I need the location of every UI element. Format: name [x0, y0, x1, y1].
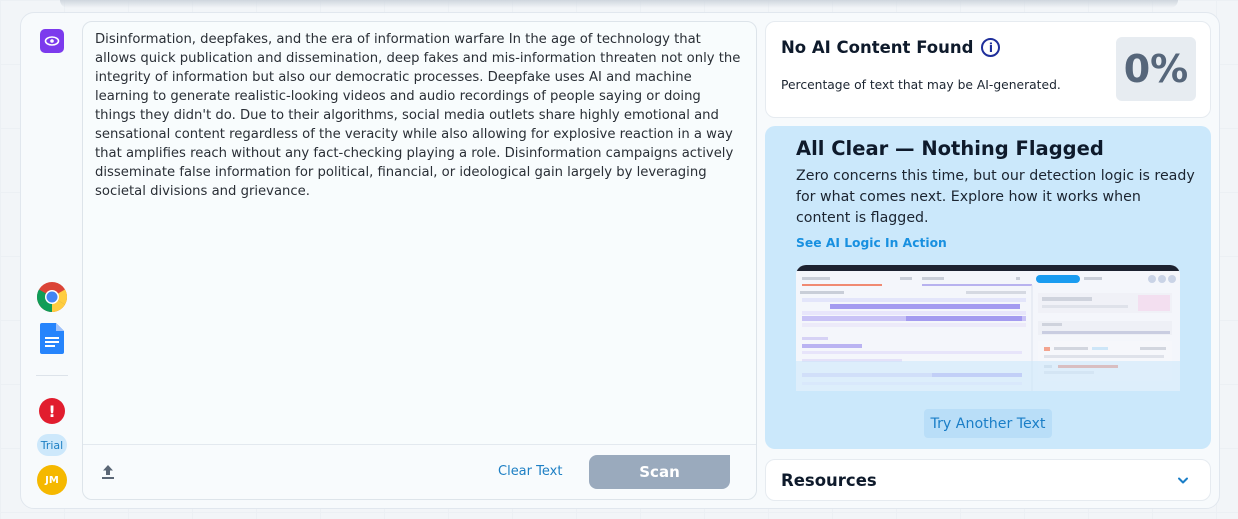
avatar[interactable]: JM [37, 465, 67, 495]
result-title: No AI Content Found [781, 38, 974, 57]
upload-icon[interactable] [99, 463, 117, 481]
all-clear-body: Zero concerns this time, but our detecti… [796, 168, 1195, 226]
left-rail: ! Trial JM [21, 13, 82, 508]
clear-text-button[interactable]: Clear Text [498, 464, 562, 479]
resources-title: Resources [781, 471, 877, 490]
app-window: ! Trial JM Disinformation, deepfakes, an… [20, 12, 1220, 509]
trial-badge[interactable]: Trial [37, 434, 67, 456]
info-icon[interactable]: i [981, 38, 1001, 57]
resources-section[interactable]: Resources [765, 459, 1211, 501]
rail-divider [36, 375, 68, 376]
result-card: No AI Content Found i Percentage of text… [765, 21, 1211, 118]
ai-logic-preview-image [796, 265, 1180, 391]
result-title-row: No AI Content Found i [781, 38, 1001, 57]
result-subtitle: Percentage of text that may be AI-genera… [781, 78, 1061, 92]
scan-button[interactable]: Scan [589, 455, 730, 489]
alert-icon[interactable]: ! [39, 398, 65, 424]
all-clear-card: All Clear — Nothing Flagged Zero concern… [765, 126, 1211, 449]
try-another-text-button[interactable]: Try Another Text [924, 409, 1052, 438]
top-shadow [60, 0, 1178, 8]
editor-toolbar: Clear Text Scan [83, 444, 756, 499]
google-docs-icon[interactable] [40, 323, 64, 354]
editor-content[interactable]: Disinformation, deepfakes, and the era o… [95, 30, 745, 201]
ai-percentage: 0% [1116, 37, 1196, 101]
all-clear-title: All Clear — Nothing Flagged [796, 137, 1104, 160]
text-editor[interactable]: Disinformation, deepfakes, and the era o… [82, 21, 757, 500]
chevron-down-icon[interactable] [1176, 472, 1190, 486]
eye-icon[interactable] [40, 29, 64, 53]
chrome-icon[interactable] [36, 281, 68, 313]
see-ai-logic-link[interactable]: See AI Logic In Action [796, 236, 947, 250]
